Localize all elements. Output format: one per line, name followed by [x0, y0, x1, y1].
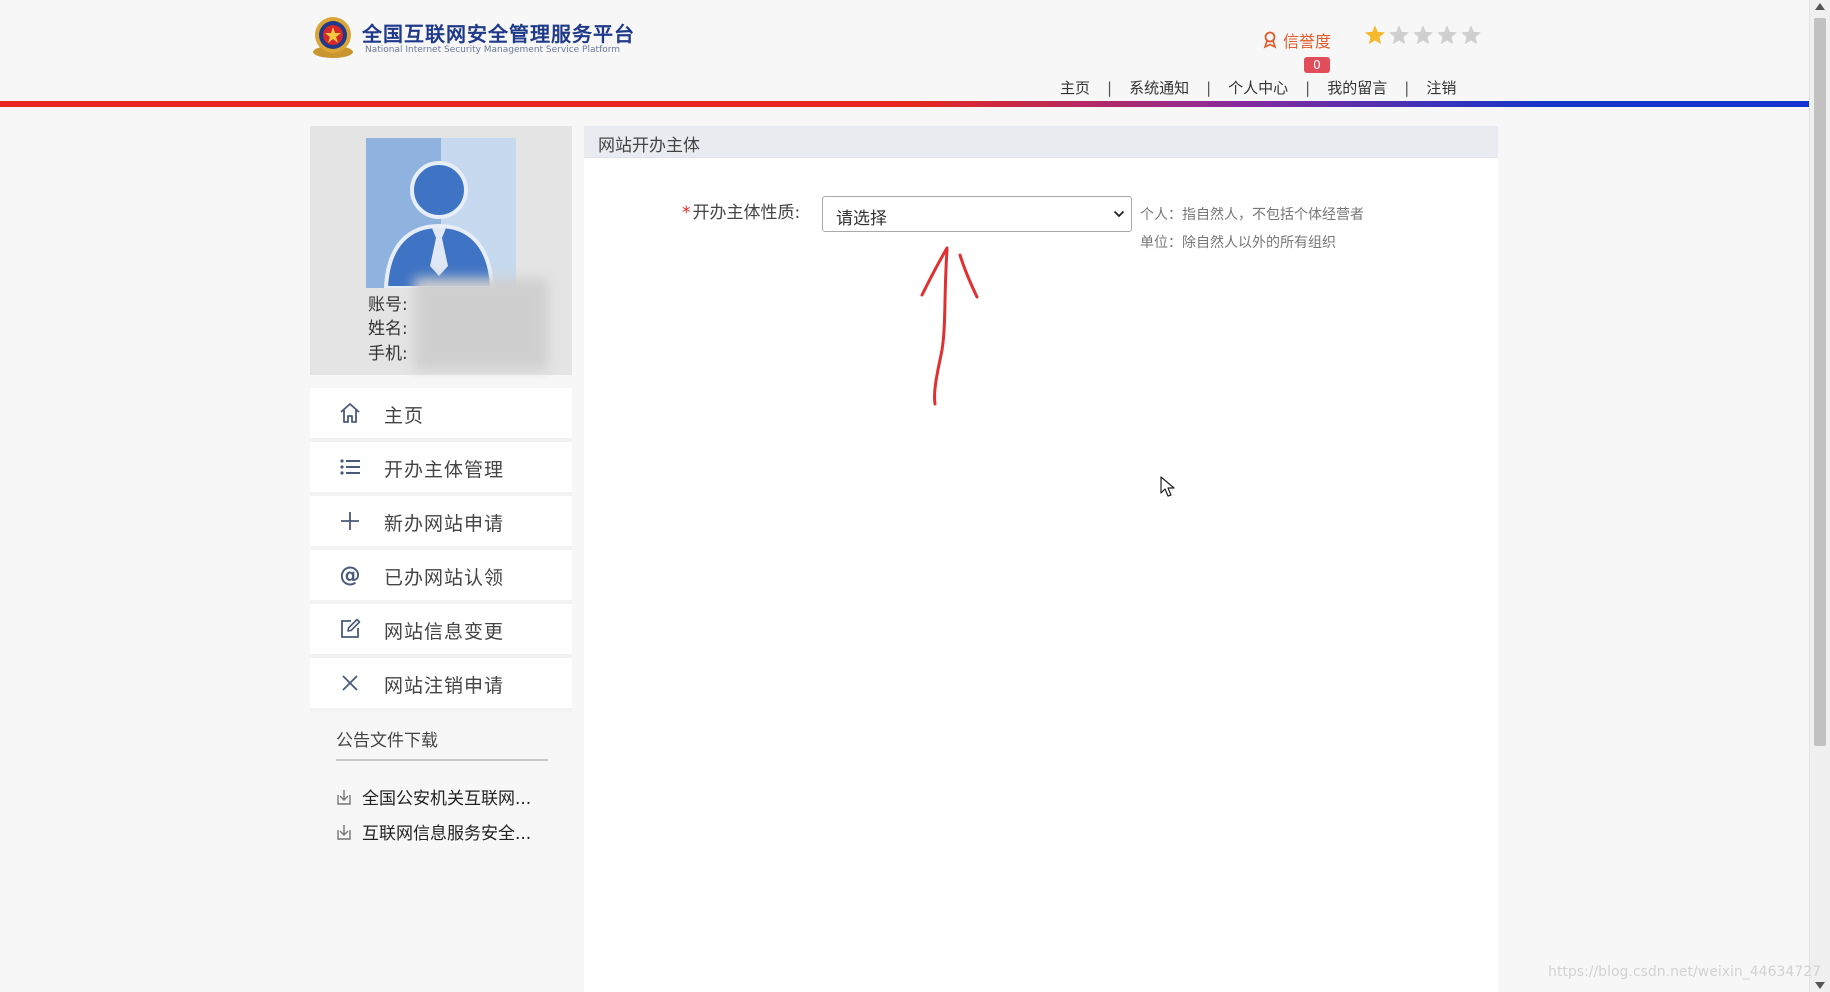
avatar — [366, 138, 516, 288]
credit-stars — [1364, 24, 1482, 46]
sidebar-item-label: 主页 — [384, 405, 425, 427]
credit-label: 信誉度 — [1283, 32, 1332, 51]
star-empty-icon — [1413, 25, 1433, 45]
list-icon — [338, 455, 362, 479]
sidebar-item-label: 新办网站申请 — [384, 513, 505, 535]
panel-header: 网站开办主体 — [584, 126, 1498, 158]
watermark: https://blog.csdn.net/weixin_44634727 — [1548, 964, 1822, 980]
police-emblem-icon — [313, 17, 353, 58]
entity-type-select-value: 请选择 — [836, 209, 887, 229]
scroll-up-icon[interactable] — [1815, 3, 1825, 10]
star-empty-icon — [1389, 25, 1409, 45]
sidebar-item-label: 网站信息变更 — [384, 621, 505, 643]
required-mark: * — [682, 203, 691, 223]
home-icon — [338, 401, 362, 425]
sidebar-item-entity-management[interactable]: 开办主体管理 — [310, 442, 572, 496]
sidebar-item-claim-website[interactable]: @ 已办网站认领 — [310, 550, 572, 604]
download-link[interactable]: 全国公安机关互联网... — [334, 784, 531, 809]
entity-type-label-text: 开办主体性质: — [692, 203, 801, 223]
sidebar-item-label: 网站注销申请 — [384, 675, 505, 697]
download-icon — [337, 789, 351, 805]
download-icon — [337, 824, 351, 840]
nav-personal-center-link[interactable]: 个人中心 — [1228, 77, 1288, 98]
nav-home-link[interactable]: 主页 — [1060, 77, 1090, 98]
phone-label: 手机: — [368, 344, 408, 364]
nav-separator: | — [1305, 78, 1311, 97]
vertical-scrollbar[interactable] — [1809, 0, 1830, 992]
sidebar-item-label: 已办网站认领 — [384, 567, 505, 589]
star-filled-icon — [1365, 25, 1385, 45]
sidebar-item-home[interactable]: 主页 — [310, 388, 572, 442]
nav-separator: | — [1206, 78, 1212, 97]
sidebar-item-new-website[interactable]: 新办网站申请 — [310, 496, 572, 550]
hint-organization: 单位：除自然人以外的所有组织 — [1140, 235, 1336, 251]
scrollbar-thumb[interactable] — [1814, 18, 1826, 746]
header-divider — [0, 101, 1810, 107]
download-link-label: 全国公安机关互联网... — [362, 789, 532, 809]
sidebar-item-cancel-website[interactable]: 网站注销申请 — [310, 658, 572, 712]
entity-type-label: * 开办主体性质: — [682, 198, 800, 223]
profile-card: 账号: 姓名: 手机: — [310, 126, 572, 375]
credit-count-badge: 0 — [1304, 57, 1330, 73]
sidebar-menu: 主页 开办主体管理 新办网站申请 @ 已办网站认领 网站信息变更 网站注销申请 — [310, 388, 572, 712]
close-icon — [338, 671, 362, 695]
user-avatar-icon — [383, 161, 495, 288]
credit-rating[interactable]: 信誉度 — [1262, 28, 1331, 52]
mouse-cursor-icon — [1160, 476, 1175, 497]
annotation-arrow-icon — [920, 246, 979, 406]
nav-separator: | — [1107, 78, 1113, 97]
star-empty-icon — [1437, 25, 1457, 45]
entity-type-select[interactable]: 请选择 — [822, 196, 1132, 232]
chevron-down-icon — [1113, 210, 1125, 218]
scroll-down-icon[interactable] — [1815, 982, 1825, 989]
edit-icon — [338, 617, 362, 641]
downloads-title: 公告文件下载 — [336, 726, 548, 761]
award-icon — [1263, 31, 1277, 49]
browser-viewport: 全国互联网安全管理服务平台 National Internet Security… — [0, 0, 1830, 992]
download-link-label: 互联网信息服务安全... — [362, 824, 532, 844]
top-navigation: 主页 | 系统通知 | 个人中心 | 我的留言 | 注销 — [1060, 77, 1456, 98]
account-label: 账号: — [368, 295, 408, 315]
download-link[interactable]: 互联网信息服务安全... — [334, 819, 531, 844]
nav-logout-link[interactable]: 注销 — [1426, 77, 1456, 98]
at-icon: @ — [339, 563, 361, 587]
site-header: 全国互联网安全管理服务平台 National Internet Security… — [0, 0, 1810, 100]
hint-individual: 个人：指自然人，不包括个体经营者 — [1140, 207, 1364, 223]
nav-notifications-link[interactable]: 系统通知 — [1129, 77, 1189, 98]
sidebar-item-change-website[interactable]: 网站信息变更 — [310, 604, 572, 658]
name-label: 姓名: — [368, 319, 408, 339]
nav-my-messages-link[interactable]: 我的留言 — [1327, 77, 1387, 98]
star-empty-icon — [1461, 25, 1481, 45]
redacted-profile-info — [414, 278, 548, 370]
panel-title: 网站开办主体 — [598, 136, 700, 156]
sidebar-item-label: 开办主体管理 — [384, 459, 505, 481]
nav-separator: | — [1404, 78, 1410, 97]
site-title: 全国互联网安全管理服务平台 — [362, 22, 635, 46]
plus-icon — [338, 509, 362, 533]
main-panel: 网站开办主体 * 开办主体性质: 请选择 个人：指自然人，不包括个体经营者 单位：… — [584, 126, 1498, 992]
site-subtitle: National Internet Security Management Se… — [365, 45, 621, 55]
